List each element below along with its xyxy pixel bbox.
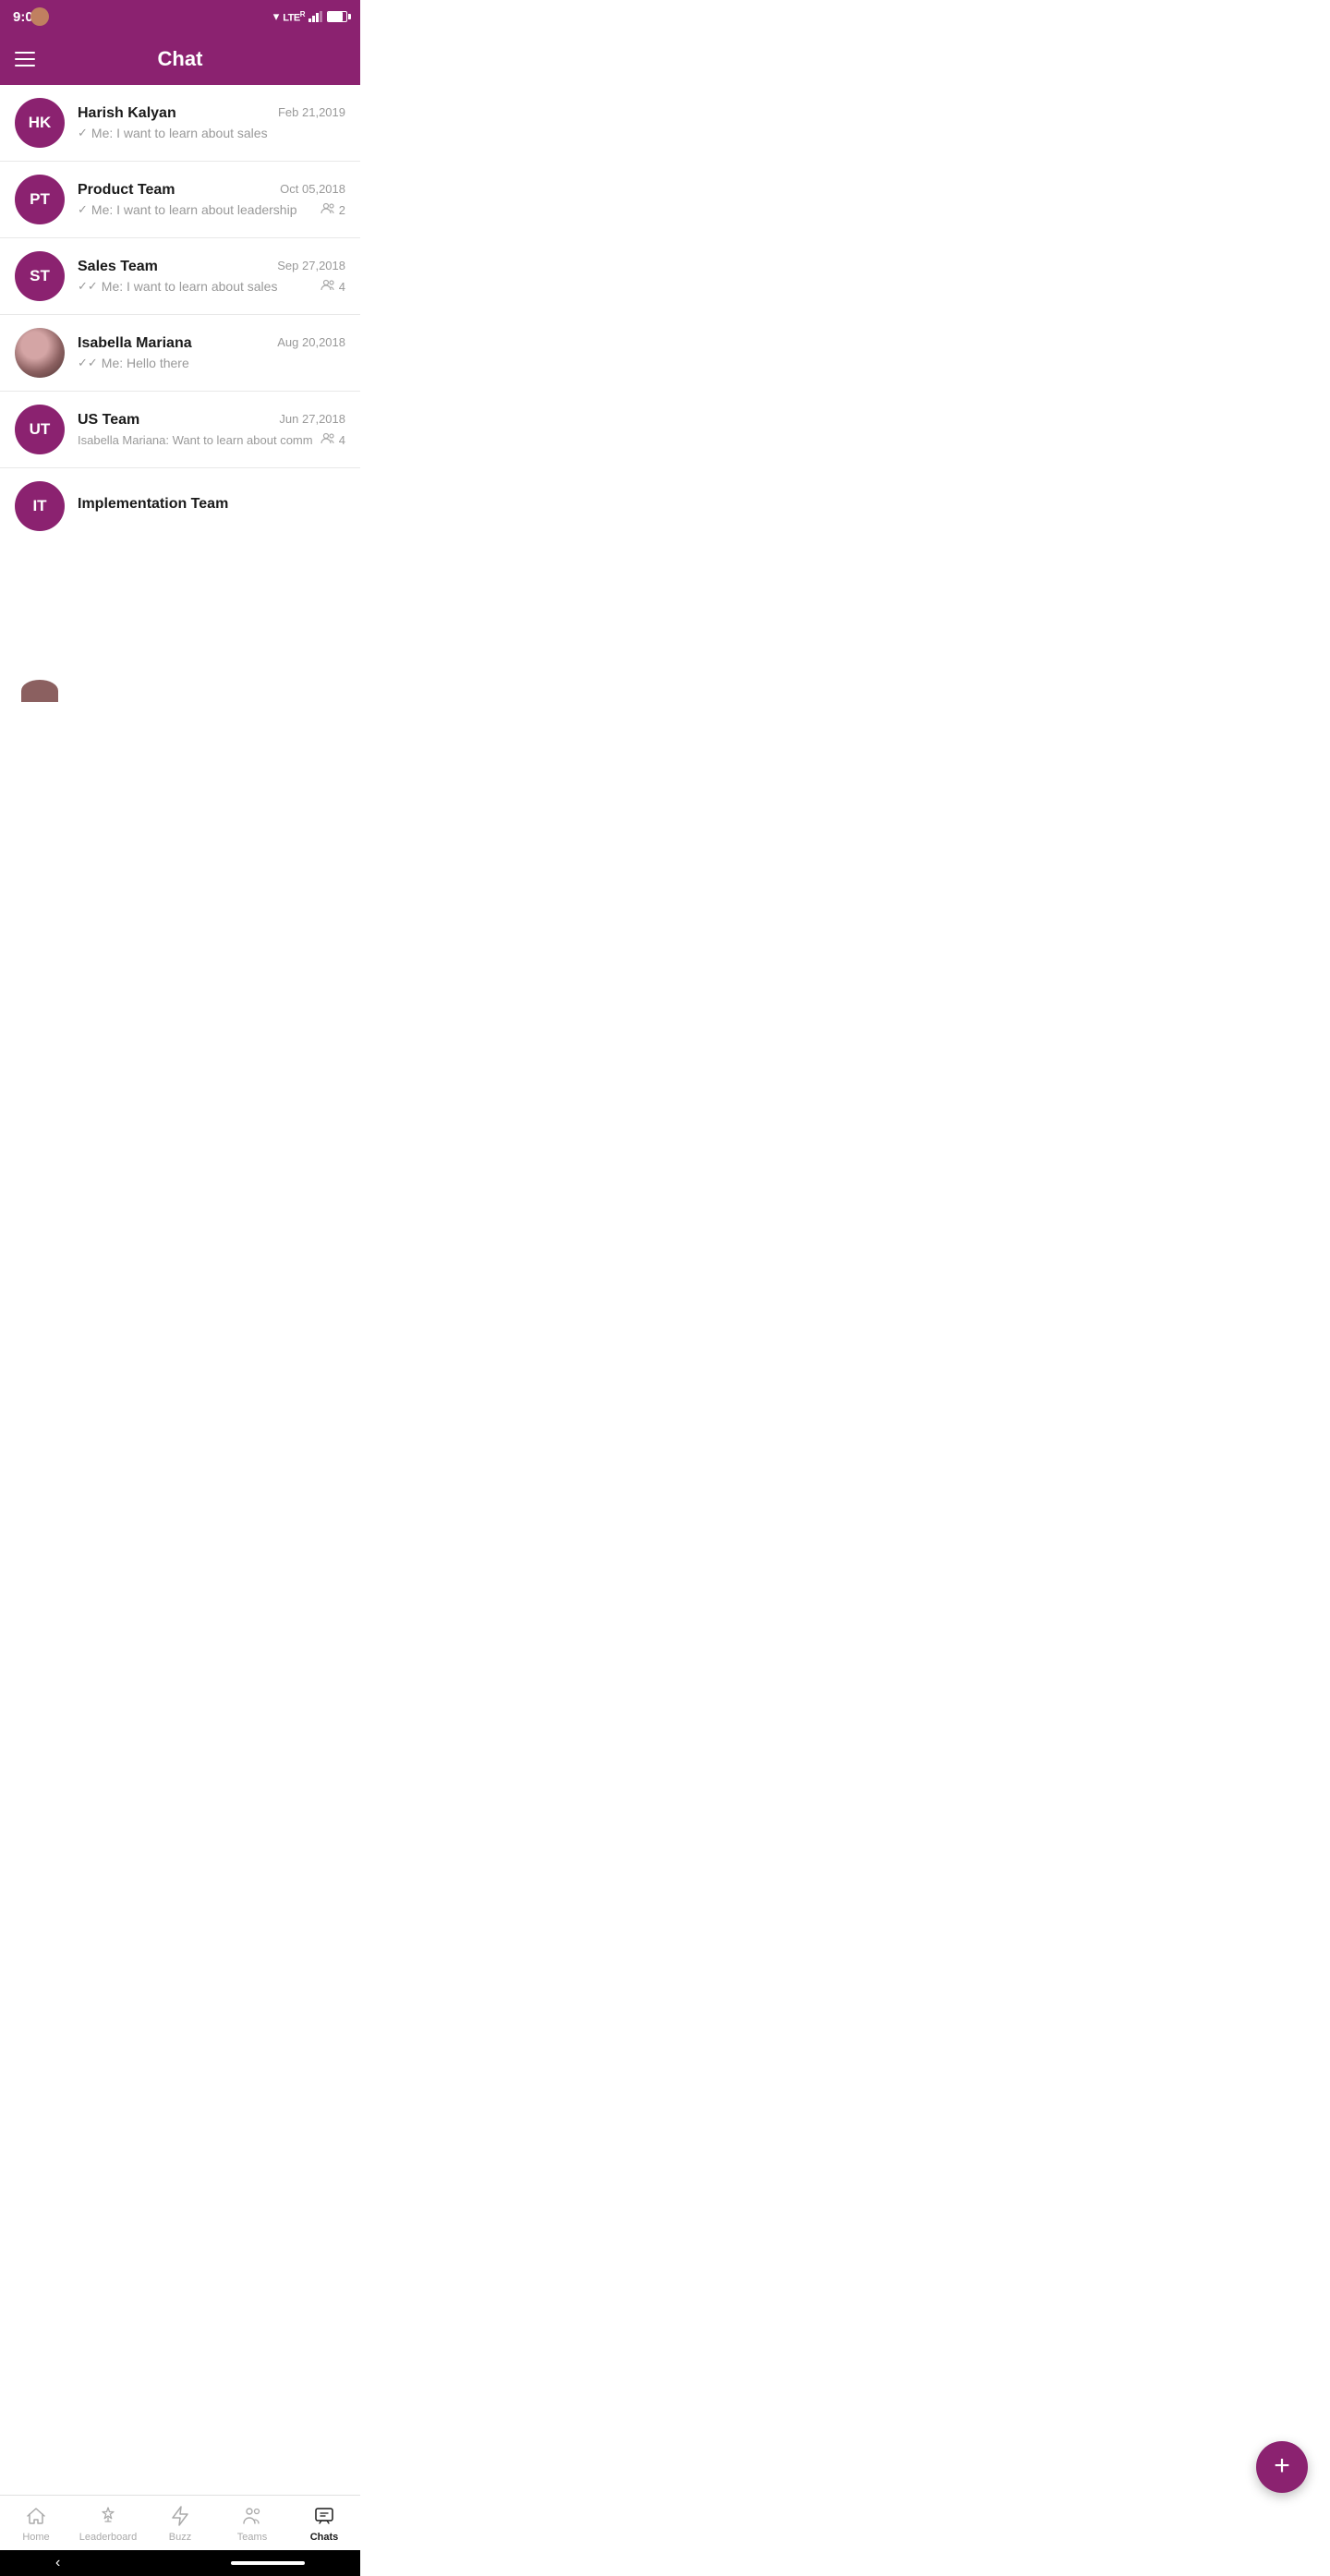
signal-icon bbox=[308, 11, 323, 22]
chat-date: Jun 27,2018 bbox=[279, 412, 345, 426]
chat-date: Aug 20,2018 bbox=[277, 335, 345, 349]
nav-label-leaderboard: Leaderboard bbox=[79, 2532, 137, 2543]
home-indicator bbox=[231, 2561, 305, 2565]
avatar-us-team: UT bbox=[15, 405, 65, 454]
nav-item-buzz[interactable]: Buzz bbox=[144, 2497, 216, 2550]
lte-icon: LTER bbox=[283, 10, 305, 24]
avatar-implementation-team: IT bbox=[15, 481, 65, 531]
avatar-sales-team: ST bbox=[15, 251, 65, 301]
member-count: 2 bbox=[320, 202, 345, 217]
plus-icon: + bbox=[1274, 2452, 1290, 2480]
menu-button[interactable] bbox=[15, 52, 35, 67]
chat-date: Sep 27,2018 bbox=[277, 259, 345, 272]
chat-preview: ✓ Me: I want to learn about leadership bbox=[78, 202, 313, 217]
status-bar: 9:00 ▾ LTER bbox=[0, 0, 360, 33]
back-button[interactable]: ‹ bbox=[55, 2555, 60, 2571]
chat-preview: Isabella Mariana: Want to learn about co… bbox=[78, 433, 313, 447]
chat-list: HK Harish Kalyan Feb 21,2019 ✓ Me: I wan… bbox=[0, 85, 360, 544]
nav-item-chats[interactable]: Chats bbox=[288, 2497, 360, 2550]
leaderboard-icon bbox=[96, 2504, 120, 2528]
page-title: Chat bbox=[35, 47, 325, 71]
double-check-icon: ✓✓ bbox=[78, 279, 98, 294]
nav-label-teams: Teams bbox=[237, 2532, 267, 2543]
bottom-navigation: Home Leaderboard Buzz T bbox=[0, 2495, 360, 2550]
chat-item-product-team[interactable]: PT Product Team Oct 05,2018 ✓ Me: I want… bbox=[0, 162, 360, 238]
chat-item-sales-team[interactable]: ST Sales Team Sep 27,2018 ✓✓ Me: I want … bbox=[0, 238, 360, 315]
chat-name: Implementation Team bbox=[78, 496, 228, 513]
single-check-icon: ✓ bbox=[78, 202, 88, 217]
chat-preview: ✓✓ Me: I want to learn about sales bbox=[78, 279, 313, 294]
chat-name: Sales Team bbox=[78, 259, 158, 275]
double-check-icon: ✓✓ bbox=[78, 356, 98, 370]
status-icons: ▾ LTER bbox=[273, 9, 347, 24]
chat-date: Oct 05,2018 bbox=[280, 182, 345, 196]
single-check-icon: ✓ bbox=[78, 126, 88, 140]
gesture-nav-bar: ‹ bbox=[0, 2550, 360, 2576]
member-count: 4 bbox=[320, 279, 345, 294]
group-icon bbox=[320, 202, 335, 217]
chat-item-harish-kalyan[interactable]: HK Harish Kalyan Feb 21,2019 ✓ Me: I wan… bbox=[0, 85, 360, 162]
chat-name: Harish Kalyan bbox=[78, 105, 176, 122]
avatar-isabella-mariana bbox=[15, 328, 65, 378]
chat-preview: ✓✓ Me: Hello there bbox=[78, 356, 345, 370]
group-icon bbox=[320, 279, 335, 294]
group-icon bbox=[320, 432, 335, 447]
nav-label-chats: Chats bbox=[310, 2532, 339, 2543]
chat-name: Product Team bbox=[78, 182, 175, 199]
nav-label-home: Home bbox=[22, 2532, 49, 2543]
app-header: Chat bbox=[0, 33, 360, 85]
avatar-harish-kalyan: HK bbox=[15, 98, 65, 148]
chat-date: Feb 21,2019 bbox=[278, 105, 345, 119]
chat-preview: ✓ Me: I want to learn about sales bbox=[78, 126, 345, 140]
chat-name: US Team bbox=[78, 412, 139, 429]
nav-item-leaderboard[interactable]: Leaderboard bbox=[72, 2497, 144, 2550]
chat-item-implementation-team[interactable]: IT Implementation Team bbox=[0, 468, 360, 544]
member-count: 4 bbox=[320, 432, 345, 447]
chat-item-us-team[interactable]: UT US Team Jun 27,2018 Isabella Mariana:… bbox=[0, 392, 360, 468]
chat-name: Isabella Mariana bbox=[78, 335, 192, 352]
avatar-product-team: PT bbox=[15, 175, 65, 224]
new-chat-fab[interactable]: + bbox=[1256, 2441, 1308, 2493]
buzz-icon bbox=[168, 2504, 192, 2528]
battery-icon bbox=[327, 11, 347, 22]
nav-item-teams[interactable]: Teams bbox=[216, 2497, 288, 2550]
chats-icon bbox=[312, 2504, 336, 2528]
home-icon bbox=[24, 2504, 48, 2528]
wifi-icon: ▾ bbox=[273, 9, 280, 24]
nav-item-home[interactable]: Home bbox=[0, 2497, 72, 2550]
chat-item-isabella-mariana[interactable]: Isabella Mariana Aug 20,2018 ✓✓ Me: Hell… bbox=[0, 315, 360, 392]
teams-icon bbox=[240, 2504, 264, 2528]
nav-label-buzz: Buzz bbox=[169, 2532, 191, 2543]
